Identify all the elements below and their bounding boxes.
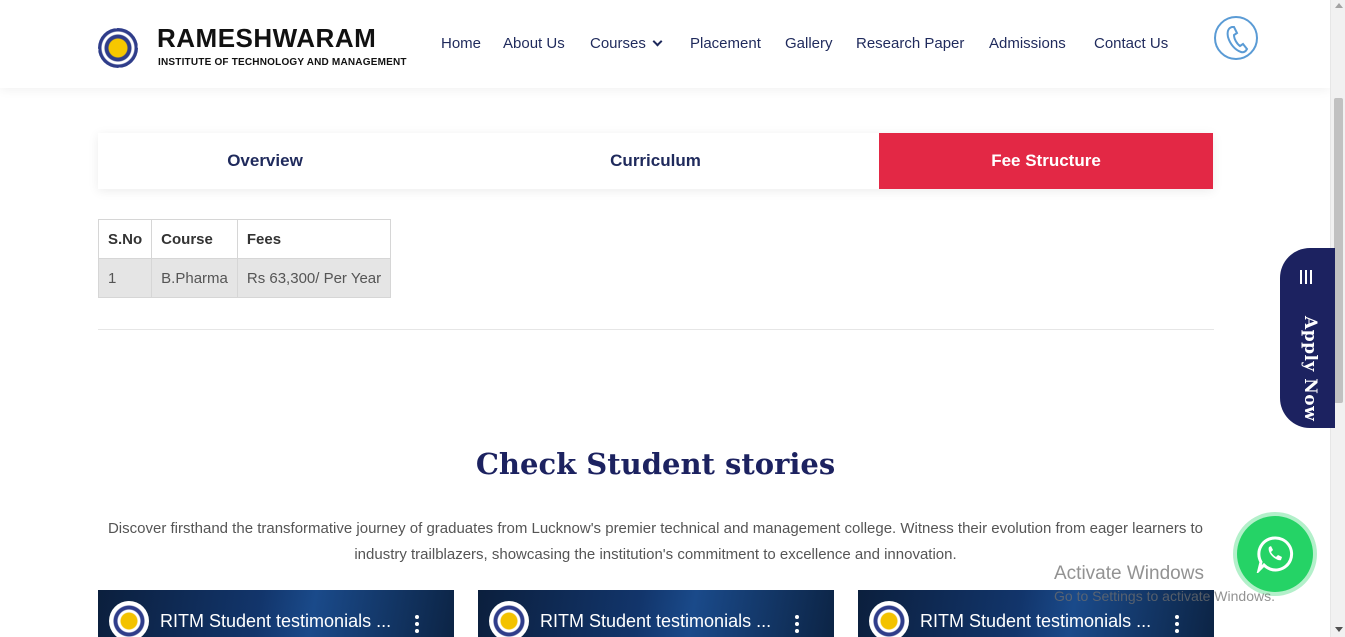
video-card[interactable]: RITM Student testimonials ...: [98, 590, 454, 637]
activate-windows-title: Activate Windows: [1054, 563, 1204, 584]
channel-avatar[interactable]: [869, 601, 909, 637]
video-title[interactable]: RITM Student testimonials ...: [160, 611, 391, 632]
nav-about-us[interactable]: About Us: [503, 35, 565, 52]
brand-title[interactable]: RAMESHWARAM: [157, 23, 376, 54]
apply-now-button[interactable]: Apply Now: [1280, 248, 1335, 428]
column-header-fees: Fees: [236, 219, 392, 259]
stories-description: Discover firsthand the transformative jo…: [107, 520, 1204, 563]
more-options-icon[interactable]: [1175, 615, 1179, 636]
nav-home[interactable]: Home: [441, 35, 481, 52]
channel-avatar[interactable]: [109, 601, 149, 637]
nav-research-paper[interactable]: Research Paper: [856, 35, 964, 52]
more-options-icon[interactable]: [795, 615, 799, 636]
form-list-icon: [1298, 270, 1314, 286]
video-card[interactable]: RITM Student testimonials ...: [478, 590, 834, 637]
video-title[interactable]: RITM Student testimonials ...: [920, 611, 1151, 632]
course-tabs: Overview Curriculum Fee Structure: [98, 133, 1213, 189]
tab-fee-structure[interactable]: Fee Structure: [879, 133, 1213, 189]
apply-now-content: Apply Now: [1298, 270, 1320, 421]
column-header-course: Course: [151, 219, 238, 259]
brand-subtitle[interactable]: INSTITUTE OF TECHNOLOGY AND MANAGEMENT: [158, 57, 407, 68]
table-header-row: S.No Course Fees: [97, 219, 392, 259]
institute-logo-icon[interactable]: [98, 28, 138, 68]
nav-admissions[interactable]: Admissions: [989, 35, 1066, 52]
fee-structure-table: S.No Course Fees 1 B.Pharma Rs 63,300/ P…: [97, 219, 392, 298]
tab-curriculum[interactable]: Curriculum: [432, 133, 879, 189]
whatsapp-icon: [1256, 536, 1294, 573]
channel-avatar[interactable]: [489, 601, 529, 637]
cell-sno: 1: [97, 258, 153, 298]
apply-now-label: Apply Now: [1300, 316, 1320, 422]
nav-gallery[interactable]: Gallery: [785, 35, 833, 52]
video-title[interactable]: RITM Student testimonials ...: [540, 611, 771, 632]
activate-windows-subtitle: Go to Settings to activate Windows.: [1054, 588, 1275, 604]
nav-contact-us[interactable]: Contact Us: [1094, 35, 1168, 52]
table-row: 1 B.Pharma Rs 63,300/ Per Year: [97, 258, 392, 298]
scroll-down-arrow-icon[interactable]: [1335, 627, 1343, 632]
scroll-up-arrow-icon[interactable]: [1335, 3, 1343, 8]
site-header: RAMESHWARAM INSTITUTE OF TECHNOLOGY AND …: [0, 0, 1330, 88]
more-options-icon[interactable]: [415, 615, 419, 636]
chevron-down-icon: [652, 36, 663, 47]
nav-courses-label: Courses: [590, 35, 646, 52]
cell-fees: Rs 63,300/ Per Year: [236, 258, 392, 298]
nav-placement[interactable]: Placement: [690, 35, 761, 52]
whatsapp-chat-button[interactable]: [1237, 516, 1313, 592]
scroll-thumb[interactable]: [1334, 98, 1343, 403]
nav-courses[interactable]: Courses: [590, 35, 663, 52]
stories-title: Check Student stories: [475, 447, 836, 481]
cell-course: B.Pharma: [151, 258, 238, 298]
phone-icon[interactable]: [1214, 16, 1258, 60]
tab-overview[interactable]: Overview: [98, 133, 432, 189]
column-header-sno: S.No: [97, 219, 153, 259]
section-divider: [98, 329, 1214, 330]
